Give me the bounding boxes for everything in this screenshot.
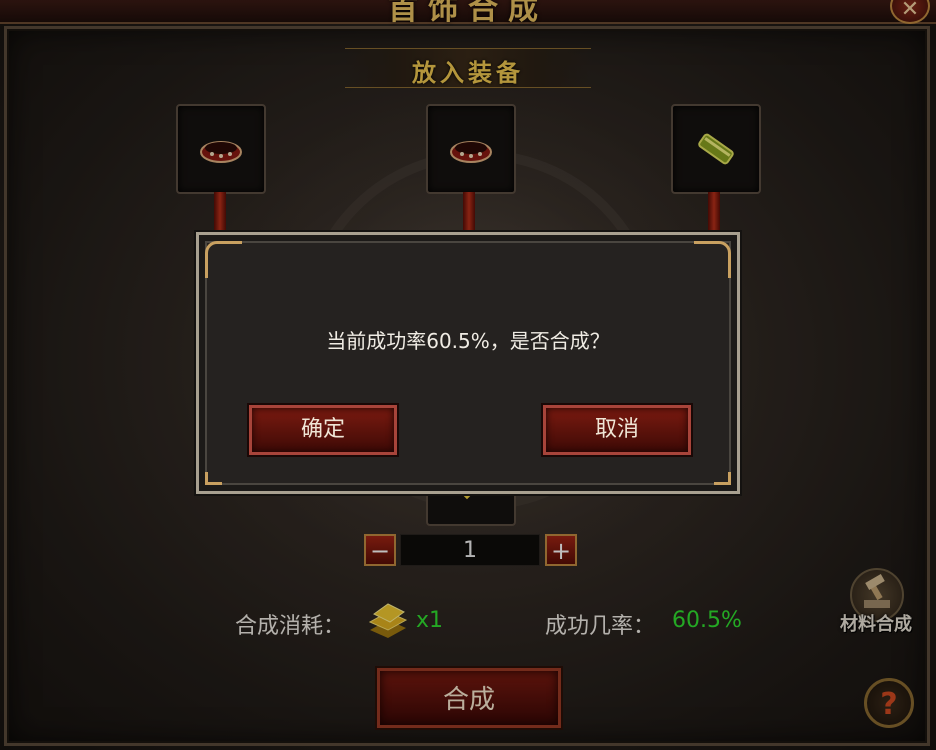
confirm-dialog: 当前成功率60.5%，是否合成？ 确定 取消 (196, 232, 740, 494)
dialog-corner-ornament (205, 472, 222, 485)
cancel-button[interactable]: 取消 (543, 405, 691, 455)
dialog-message: 当前成功率60.5%，是否合成？ (326, 329, 610, 353)
dialog-corner-ornament (205, 241, 242, 278)
dialog-corner-ornament (694, 241, 731, 278)
dialog-corner-ornament (714, 472, 731, 485)
confirm-button[interactable]: 确定 (249, 405, 397, 455)
